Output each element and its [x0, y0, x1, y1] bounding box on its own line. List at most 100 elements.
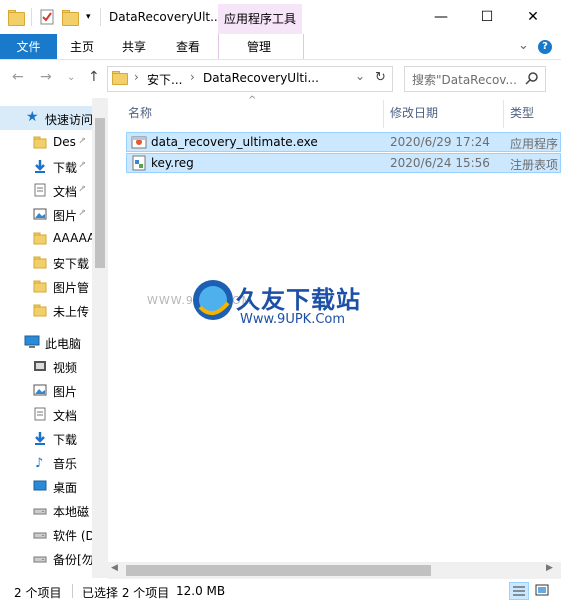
nav-quick-item[interactable]: AAAAA [0, 226, 92, 250]
folder-icon [8, 9, 25, 26]
back-arrow-icon[interactable]: ← [12, 69, 24, 85]
nav-pc-item[interactable]: ♪ 音乐 [0, 450, 92, 474]
document-icon [33, 407, 47, 421]
nav-quick-item[interactable]: 图片管 [0, 274, 92, 298]
folder-icon [33, 303, 47, 317]
nav-label: 备份[勿 [53, 553, 92, 567]
pin-icon: ⊸ [76, 182, 89, 196]
pin-icon: ⊸ [76, 158, 89, 172]
nav-label: 此电脑 [45, 337, 82, 351]
picture-icon [33, 383, 47, 397]
status-item-count: 2 个项目 [14, 586, 62, 600]
tab-home[interactable]: 主页 [70, 38, 94, 55]
sort-ascending-icon: ^ [248, 95, 257, 106]
folder-icon [33, 279, 47, 293]
star-icon: ★ [26, 109, 39, 125]
nav-label: 未上传 [53, 305, 90, 319]
nav-pc-item[interactable]: 视频 [0, 354, 92, 378]
nav-pc-item[interactable]: 桌面 [0, 474, 92, 498]
forward-arrow-icon[interactable]: → [40, 69, 52, 85]
nav-label: 图片管 [53, 281, 90, 295]
nav-quick-item[interactable]: 未上传 [0, 298, 92, 322]
nav-quick-item[interactable]: Des ⊸ [0, 130, 92, 154]
drive-icon [33, 527, 47, 541]
file-name[interactable]: data_recovery_ultimate.exe [151, 135, 318, 149]
search-input[interactable]: 搜索"DataRecov... [412, 71, 517, 88]
ribbon-expand-icon[interactable]: ⌄ [518, 38, 529, 53]
nav-label: Des [53, 135, 76, 149]
help-icon[interactable]: ? [538, 40, 552, 54]
details-view-icon[interactable] [509, 582, 529, 600]
folder-icon [33, 135, 47, 149]
breadcrumb-item-2[interactable]: DataRecoveryUlti... [203, 71, 319, 85]
navigation-scrollbar-thumb[interactable] [95, 118, 105, 268]
tab-file[interactable]: 文件 [0, 34, 57, 59]
drive-icon [33, 551, 47, 565]
horizontal-scrollbar-thumb[interactable] [126, 565, 431, 576]
maximize-button[interactable]: ☐ [464, 0, 510, 34]
watermark-url: Www.9UPK.Com [240, 312, 346, 327]
picture-icon [33, 207, 47, 221]
nav-quick-item[interactable]: 文档 ⊸ [0, 178, 92, 202]
nav-quick-item[interactable]: 安下载 [0, 250, 92, 274]
nav-pc-item[interactable]: 本地磁 [0, 498, 92, 522]
video-icon [33, 359, 47, 373]
address-dropdown-icon[interactable]: ⌄ [355, 69, 365, 83]
desktop-icon [33, 479, 47, 493]
exe-file-icon [131, 134, 147, 153]
watermark-brand: 久友下载站 [236, 286, 361, 314]
file-type: 应用程序 [510, 137, 559, 151]
nav-label: 文档 [53, 409, 78, 423]
nav-this-pc[interactable]: 此电脑 [0, 330, 92, 354]
nav-label: 音乐 [53, 457, 78, 471]
nav-label: 软件 (D [53, 529, 92, 543]
nav-pc-item[interactable]: 文档 [0, 402, 92, 426]
nav-quick-item[interactable]: 图片 ⊸ [0, 202, 92, 226]
nav-label: 图片 [53, 385, 78, 399]
refresh-icon[interactable]: ↻ [375, 70, 386, 85]
nav-quick-access[interactable]: ★ 快速访问 [0, 106, 92, 130]
scroll-right-icon[interactable]: ▶ [546, 563, 553, 573]
file-name[interactable]: key.reg [151, 156, 194, 170]
file-type: 注册表项 [510, 158, 559, 172]
breadcrumb-item-1[interactable]: 安下... [147, 71, 182, 88]
column-header-type[interactable]: 类型 [510, 104, 534, 121]
svg-text:♪: ♪ [35, 456, 43, 469]
file-date: 2020/6/24 15:56 [390, 156, 490, 170]
close-button[interactable]: ✕ [510, 0, 556, 34]
nav-label: 文档 [53, 185, 78, 199]
up-arrow-icon[interactable]: ↑ [88, 69, 100, 85]
music-icon: ♪ [33, 455, 47, 471]
context-tab-header-label: 应用程序工具 [224, 12, 297, 26]
breadcrumb-separator: › [134, 70, 139, 84]
scroll-left-icon[interactable]: ◀ [111, 563, 118, 573]
folder-icon [33, 231, 47, 245]
nav-label: 快速访问 [45, 113, 92, 127]
context-tab-header: 应用程序工具 [218, 4, 302, 34]
download-icon [33, 431, 47, 445]
new-folder-icon[interactable] [62, 9, 79, 26]
navigation-pane: ★ 快速访问 Des ⊸ 下载 ⊸ 文档 ⊸ 图片 ⊸ AAAAA 安下载 图片管 未上传 此电脑 视… [0, 98, 92, 578]
properties-icon[interactable] [39, 9, 55, 25]
minimize-button[interactable]: — [418, 0, 464, 34]
tab-share[interactable]: 共享 [122, 38, 146, 55]
pin-icon: ⊸ [76, 206, 89, 220]
nav-quick-item[interactable]: 下载 ⊸ [0, 154, 92, 178]
large-icons-view-icon[interactable] [533, 582, 553, 600]
nav-pc-item[interactable]: 下载 [0, 426, 92, 450]
drive-icon [33, 503, 47, 517]
tab-manage-label[interactable]: 管理 [247, 38, 271, 55]
quick-access-dropdown-icon[interactable]: ▾ [86, 12, 91, 22]
tab-view[interactable]: 查看 [176, 38, 200, 55]
nav-label: 图片 [53, 209, 78, 223]
registry-file-icon [131, 155, 147, 174]
nav-pc-item[interactable]: 软件 (D [0, 522, 92, 546]
nav-pc-item[interactable]: 图片 [0, 378, 92, 402]
column-header-name[interactable]: 名称 [128, 104, 152, 121]
nav-pc-item[interactable]: 备份[勿 [0, 546, 92, 570]
breadcrumb-separator: › [190, 70, 195, 84]
search-icon[interactable] [525, 71, 539, 88]
column-header-date[interactable]: 修改日期 [390, 104, 438, 121]
recent-locations-icon[interactable]: ⌄ [67, 72, 75, 83]
document-icon [33, 183, 47, 197]
